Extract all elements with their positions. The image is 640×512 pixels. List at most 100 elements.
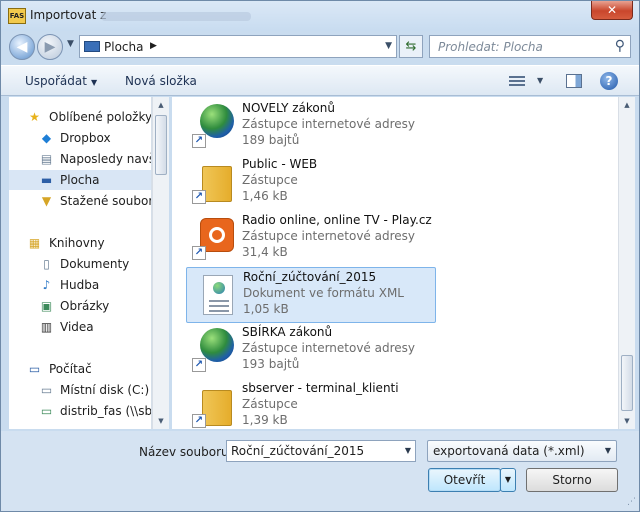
file-list: ↗ NOVELY zákonů Zástupce internetové adr… — [172, 97, 618, 429]
sidebar-item-pictures[interactable]: ▣ Obrázky — [9, 296, 151, 316]
command-toolbar: Uspořádat ▼ Nová složka ▼ ? — [1, 65, 639, 96]
view-options-icon[interactable] — [509, 74, 525, 88]
organize-button[interactable]: Uspořádat ▼ — [25, 74, 97, 88]
file-item-sbserver[interactable]: ↗ sbserver - terminal_klienti Zástupce 1… — [186, 379, 436, 429]
sidebar-item-favorites[interactable]: ★ Oblíbené položky — [9, 107, 151, 127]
filename-field[interactable]: Roční_zúčtování_2015 ▼ — [226, 440, 416, 462]
file-size: 1,39 kB — [242, 413, 288, 427]
refresh-icon: ⇆ — [405, 39, 417, 54]
arrow-left-icon: ◀ — [16, 39, 28, 55]
help-icon[interactable]: ? — [600, 72, 618, 90]
music-icon: ♪ — [42, 278, 51, 292]
sidebar-item-local-disk[interactable]: ▭ Místní disk (C:) — [9, 380, 151, 400]
file-type: Zástupce — [242, 173, 298, 187]
scroll-down-icon[interactable]: ▼ — [153, 413, 169, 429]
dropbox-icon: ◆ — [41, 131, 52, 145]
breadcrumb-separator[interactable]: ▶ — [150, 41, 157, 51]
filetype-select[interactable]: exportovaná data (*.xml) ▼ — [427, 440, 617, 462]
close-button[interactable]: ✕ — [591, 1, 633, 20]
sidebar-item-label: Počítač — [49, 362, 92, 376]
navigation-pane: ★ Oblíbené položky ◆ Dropbox ▤ Naposledy… — [9, 97, 152, 429]
address-dropdown-icon[interactable]: ▼ — [385, 41, 392, 51]
scrollbar-thumb[interactable] — [621, 355, 633, 411]
chevron-down-icon[interactable]: ▼ — [405, 446, 411, 455]
title-blurred-region — [101, 12, 251, 21]
scroll-up-icon[interactable]: ▲ — [153, 97, 169, 113]
file-type: Zástupce internetové adresy — [242, 117, 416, 131]
open-options-dropdown[interactable]: ▼ — [500, 468, 516, 492]
sidebar-item-desktop[interactable]: ▬ Plocha — [9, 170, 151, 190]
filename-label: Název souboru: — [139, 445, 233, 459]
downloads-icon: ▼ — [41, 194, 52, 208]
file-size: 193 bajtů — [242, 357, 300, 371]
address-bar[interactable]: Plocha ▶ ▼ — [79, 35, 397, 58]
sidebar-item-dropbox[interactable]: ◆ Dropbox — [9, 128, 151, 148]
scroll-up-icon[interactable]: ▲ — [619, 97, 635, 113]
file-item-public-web[interactable]: ↗ Public - WEB Zástupce 1,46 kB — [186, 155, 436, 211]
title-bar[interactable]: FAS Importovat z ✕ — [1, 1, 639, 31]
radio-shortcut-icon: ↗ — [192, 214, 234, 260]
cancel-button[interactable]: Storno — [526, 468, 618, 492]
libraries-icon: ▦ — [28, 236, 41, 250]
sidebar-item-libraries[interactable]: ▦ Knihovny — [9, 233, 151, 253]
file-type: Zástupce internetové adresy — [242, 229, 416, 243]
sidebar-item-label: Hudba — [60, 278, 100, 292]
file-list-scrollbar[interactable]: ▲ ▼ — [618, 97, 635, 429]
file-item-novely[interactable]: ↗ NOVELY zákonů Zástupce internetové adr… — [186, 99, 436, 155]
search-placeholder: Prohledat: Plocha — [438, 40, 543, 54]
organize-label: Uspořádat — [25, 74, 87, 88]
recent-locations-dropdown[interactable]: ▼ — [67, 39, 74, 49]
file-name: Public - WEB — [242, 157, 318, 171]
sidebar-item-label: distrib_fas (\\sbserver) — [60, 404, 152, 418]
preview-pane-icon[interactable] — [566, 74, 582, 88]
folder-shortcut-icon: ↗ — [192, 158, 234, 204]
file-name: Radio online, online TV - Play.cz — [242, 213, 432, 227]
file-item-sbirka[interactable]: ↗ SBÍRKA zákonů Zástupce internetové adr… — [186, 323, 436, 379]
sidebar-item-label: Dokumenty — [60, 257, 130, 271]
chevron-down-icon: ▼ — [504, 475, 512, 484]
sidebar-item-network-drive[interactable]: ▭ distrib_fas (\\sbserver) — [9, 401, 152, 421]
sidebar-item-documents[interactable]: ▯ Dokumenty — [9, 254, 151, 274]
filename-value[interactable]: Roční_zúčtování_2015 — [231, 444, 364, 458]
search-input[interactable]: Prohledat: Plocha ⚲ — [429, 35, 631, 58]
filetype-value: exportovaná data (*.xml) — [433, 444, 585, 458]
address-location[interactable]: Plocha — [104, 40, 143, 54]
sidebar-item-music[interactable]: ♪ Hudba — [9, 275, 151, 295]
file-item-rocni-zuctovani[interactable]: Roční_zúčtování_2015 Dokument ve formátu… — [186, 267, 436, 323]
resize-grip-icon[interactable]: ⋰ — [627, 497, 636, 507]
file-item-radio-online[interactable]: ↗ Radio online, online TV - Play.cz Zást… — [186, 211, 436, 267]
sidebar-item-videos[interactable]: ▥ Videa — [9, 317, 151, 337]
scrollbar-thumb[interactable] — [155, 115, 167, 175]
back-button[interactable]: ◀ — [9, 34, 35, 60]
videos-icon: ▥ — [40, 320, 53, 334]
file-name: Roční_zúčtování_2015 — [243, 270, 377, 284]
open-dialog-window: FAS Importovat z ✕ ◀ ▶ ▼ Plocha ▶ ▼ ⇆ Pr… — [0, 0, 640, 512]
fas-app-icon: FAS — [8, 8, 26, 24]
new-folder-button[interactable]: Nová složka — [125, 74, 197, 88]
sidebar-item-recent-places[interactable]: ▤ Naposledy navštívená místa — [9, 149, 151, 169]
sidebar-item-label: Místní disk (C:) — [60, 383, 150, 397]
view-dropdown-icon[interactable]: ▼ — [537, 76, 543, 85]
forward-button[interactable]: ▶ — [37, 34, 63, 60]
folder-shortcut-icon: ↗ — [192, 382, 234, 428]
file-type: Zástupce internetové adresy — [242, 341, 416, 355]
recent-places-icon: ▤ — [40, 152, 53, 166]
chevron-down-icon: ▼ — [67, 39, 74, 49]
scroll-down-icon[interactable]: ▼ — [619, 413, 635, 429]
local-disk-icon: ▭ — [40, 383, 53, 397]
open-button[interactable]: Otevřít — [428, 468, 501, 492]
sidebar-item-downloads[interactable]: ▼ Stažené soubory — [9, 191, 151, 211]
search-icon: ⚲ — [614, 38, 625, 54]
documents-icon: ▯ — [43, 257, 50, 271]
globe-shortcut-icon: ↗ — [192, 326, 234, 372]
sidebar-item-label: Dropbox — [60, 131, 111, 145]
computer-icon: ▭ — [28, 362, 41, 376]
sidebar-item-label: Plocha — [60, 173, 100, 187]
sidebar-item-label: Obrázky — [60, 299, 110, 313]
arrow-right-icon: ▶ — [44, 39, 56, 55]
refresh-button[interactable]: ⇆ — [399, 35, 423, 58]
navigation-pane-scrollbar[interactable]: ▲ ▼ — [152, 97, 169, 429]
file-name: NOVELY zákonů — [242, 101, 335, 115]
sidebar-item-computer[interactable]: ▭ Počítač — [9, 359, 151, 379]
file-name: sbserver - terminal_klienti — [242, 381, 399, 395]
